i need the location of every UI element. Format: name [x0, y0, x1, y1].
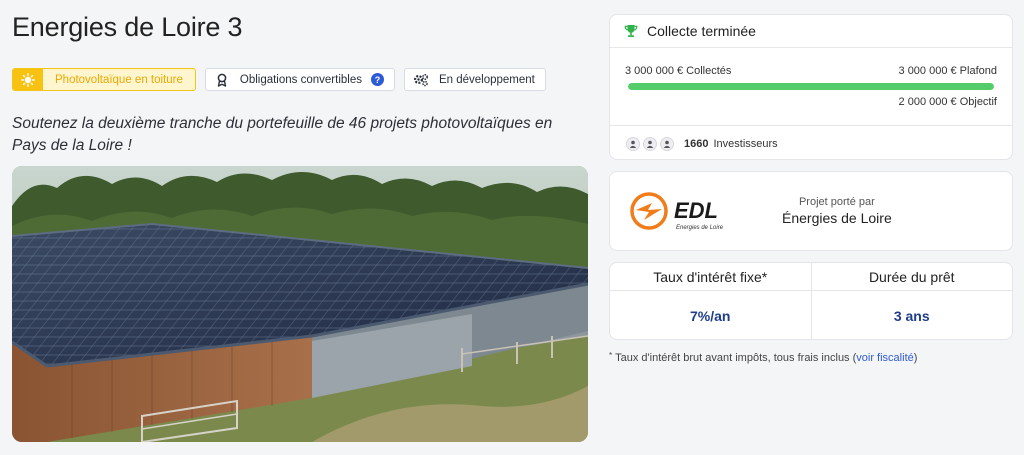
porteur-label: Projet porté par — [798, 196, 875, 208]
porteur-card[interactable]: EDL Energies de Loire Projet porté par É… — [609, 171, 1013, 251]
tag-solar-rooftop[interactable]: Photovoltaïque en toiture — [12, 68, 196, 91]
svg-text:Energies de Loire: Energies de Loire — [676, 225, 724, 231]
page-title: Energies de Loire 3 — [12, 12, 243, 42]
collected-amount: 3 000 000 € Collectés — [625, 65, 732, 77]
sun-icon — [13, 69, 43, 90]
svg-text:EDL: EDL — [674, 198, 718, 223]
user-icon — [626, 136, 640, 151]
collect-status: Collecte terminée — [647, 23, 756, 39]
tag-bonds-label: Obligations convertibles — [239, 73, 362, 86]
user-icon — [643, 136, 657, 151]
collect-progress-bar — [628, 83, 994, 90]
interest-rate-cell: Taux d'intérêt fixe* 7%/an — [610, 263, 811, 339]
tax-footnote: * Taux d'intérêt brut avant impôts, tous … — [609, 351, 917, 364]
collect-progress-fill — [628, 83, 994, 90]
investors-count: 1660 — [684, 137, 709, 150]
porteur-name[interactable]: Énergies de Loire — [782, 210, 892, 226]
investors-label: Investisseurs — [713, 137, 778, 150]
tag-bonds[interactable]: Obligations convertibles ? — [204, 68, 395, 91]
collect-header: Collecte terminée — [610, 15, 1012, 48]
fiscalite-link[interactable]: voir fiscalité — [856, 352, 913, 364]
rates-card: Taux d'intérêt fixe* 7%/an Durée du prêt… — [609, 262, 1013, 340]
interest-rate-header: Taux d'intérêt fixe* — [610, 263, 811, 291]
question-icon[interactable]: ? — [370, 73, 384, 86]
interest-rate-value: 7%/an — [690, 308, 731, 324]
collect-card: Collecte terminée 3 000 000 € Collectés … — [609, 14, 1013, 160]
edl-logo: EDL Energies de Loire — [630, 190, 730, 234]
tag-stage-label: En développement — [438, 73, 535, 86]
trophy-icon — [624, 24, 638, 38]
investors-row: 1660 Investisseurs — [610, 125, 1012, 161]
loan-duration-cell: Durée du prêt 3 ans — [810, 263, 1012, 339]
gears-icon — [413, 72, 429, 88]
loan-duration-header: Durée du prêt — [811, 263, 1012, 291]
user-icon — [660, 136, 674, 151]
project-tags: Photovoltaïque en toiture Obligations co… — [12, 68, 546, 91]
project-photo — [12, 166, 588, 442]
footnote-close: ) — [913, 352, 918, 364]
tag-solar-label: Photovoltaïque en toiture — [55, 73, 183, 86]
investor-avatars — [626, 136, 674, 151]
porteur-text: Projet porté par Énergies de Loire — [782, 196, 892, 226]
project-subtitle: Soutenez la deuxième tranche du portefeu… — [12, 115, 553, 154]
footnote-star: * — [609, 351, 613, 360]
ceiling-amount: 3 000 000 € Plafond — [898, 65, 997, 77]
objective-amount: 2 000 000 € Objectif — [898, 96, 997, 108]
collect-amounts: 3 000 000 € Collectés 3 000 000 € Plafon… — [625, 65, 997, 77]
loan-duration-value: 3 ans — [893, 308, 930, 324]
footnote-text: Taux d'intérêt brut avant impôts, tous f… — [615, 352, 857, 364]
project-page: Energies de Loire 3 Photovoltaïque en to — [0, 0, 1024, 455]
tag-stage[interactable]: En développement — [403, 68, 546, 91]
ribbon-icon — [214, 72, 230, 88]
